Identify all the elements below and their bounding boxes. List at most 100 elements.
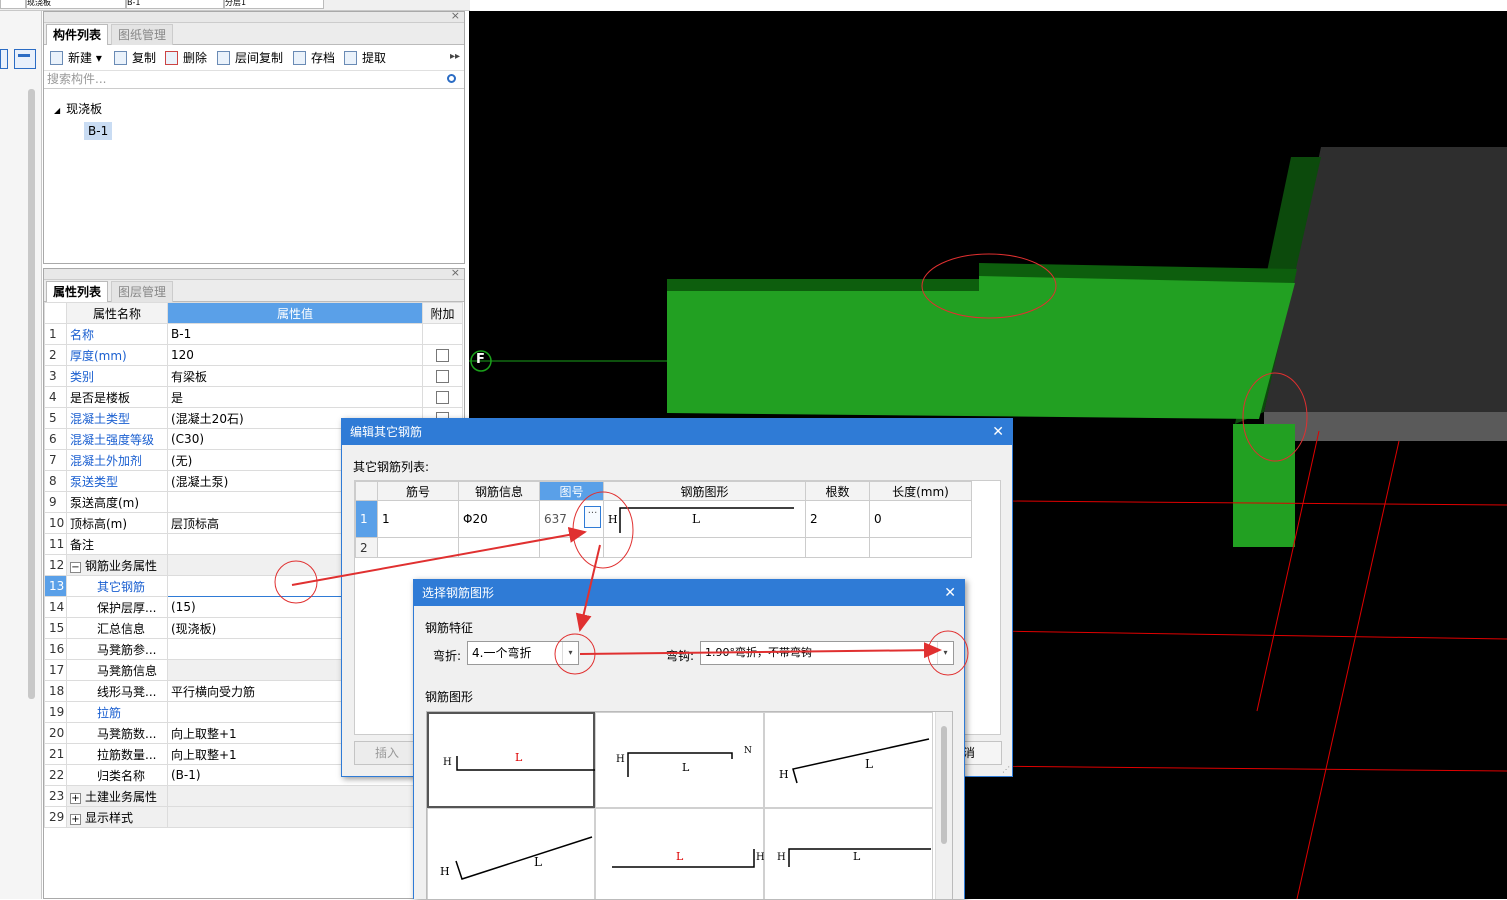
expand-icon[interactable]: +: [70, 792, 81, 804]
green-column: [1233, 424, 1295, 547]
attach-checkbox[interactable]: [436, 349, 449, 362]
attach-checkbox[interactable]: [436, 370, 449, 383]
bend-select[interactable]: 4.一个弯折 ▾: [467, 641, 579, 665]
count-cell[interactable]: [805, 537, 870, 558]
property-row[interactable]: 29 + 显示样式: [44, 806, 463, 828]
new-button[interactable]: 新建 ▾: [50, 50, 102, 66]
rebar-id-cell[interactable]: [377, 537, 459, 558]
property-value[interactable]: 是: [167, 386, 423, 408]
row-number: 1: [44, 323, 67, 345]
attach-checkbox[interactable]: [436, 391, 449, 404]
shape-h-label: H: [440, 865, 450, 878]
scrollbar-thumb[interactable]: [941, 726, 947, 844]
chevron-down-icon[interactable]: ▾: [562, 642, 578, 664]
figure-number-cell[interactable]: 637 ···: [539, 500, 604, 538]
header-length: 长度(mm): [869, 481, 972, 501]
floor-copy-button[interactable]: 层间复制: [217, 50, 283, 66]
property-name-label: 混凝土类型: [70, 411, 131, 426]
property-view-icon[interactable]: [14, 49, 36, 69]
insert-button[interactable]: 插入: [354, 741, 420, 765]
close-icon[interactable]: ✕: [992, 419, 1004, 445]
copy-icon: [114, 51, 127, 65]
shape-option[interactable]: H L: [764, 808, 933, 899]
collapse-icon[interactable]: ◢: [54, 106, 60, 115]
length-cell[interactable]: [869, 537, 972, 558]
extra-cell[interactable]: [422, 365, 463, 387]
expand-icon[interactable]: +: [70, 813, 81, 825]
table-row[interactable]: 1 1 Φ20 637 ··· H L 2 0: [355, 500, 972, 538]
tree-item-b1[interactable]: B-1: [84, 122, 113, 140]
top-strip-component[interactable]: B-1: [126, 0, 224, 9]
dialog-titlebar: 选择钢筋图形 ✕: [414, 580, 964, 606]
close-icon[interactable]: ✕: [944, 580, 956, 606]
shape-l-label: L: [676, 850, 684, 863]
search-input[interactable]: 搜索构件...: [44, 71, 464, 89]
property-value[interactable]: 有梁板: [167, 365, 423, 387]
delete-button[interactable]: 删除: [165, 50, 207, 66]
shape-option[interactable]: H L: [427, 712, 595, 808]
property-row[interactable]: 2 厚度(mm) 120: [44, 344, 463, 366]
property-name-label: 顶标高(m): [70, 516, 128, 531]
extra-cell[interactable]: [422, 344, 463, 366]
property-row[interactable]: 23 + 土建业务属性: [44, 785, 463, 807]
left-rail: [0, 11, 42, 899]
resize-grip-icon[interactable]: ⋰: [1002, 765, 1010, 774]
ellipsis-button[interactable]: ···: [584, 506, 601, 528]
copy-label: 复制: [132, 51, 157, 65]
save-button[interactable]: 存档: [293, 50, 335, 66]
rebar-table: 筋号 钢筋信息 图号 钢筋图形 根数 长度(mm) 1 1 Φ20 637 ···…: [355, 481, 972, 558]
property-name-label: 土建业务属性: [85, 789, 158, 804]
rebar-info-cell[interactable]: [458, 537, 540, 558]
property-name-label: 备注: [70, 537, 95, 552]
chevron-down-icon[interactable]: ▾: [937, 642, 953, 664]
shape-option[interactable]: H L: [427, 808, 595, 899]
rail-scrollbar[interactable]: [28, 89, 35, 699]
collapse-icon[interactable]: −: [70, 561, 81, 573]
rebar-shape-cell[interactable]: H L: [603, 500, 806, 538]
gallery-scrollbar[interactable]: [935, 712, 952, 899]
property-name-label: 归类名称: [97, 768, 146, 783]
length-cell[interactable]: 0: [869, 500, 972, 538]
property-value[interactable]: B-1: [167, 323, 423, 345]
top-strip-cell[interactable]: [0, 0, 26, 9]
copy-button[interactable]: 复制: [114, 50, 156, 66]
property-name: 厚度(mm): [66, 344, 168, 366]
shape-drawing: [455, 836, 593, 880]
search-icon[interactable]: [447, 74, 456, 83]
tab-layer-management[interactable]: 图层管理: [111, 281, 174, 302]
rebar-id-cell[interactable]: 1: [377, 500, 459, 538]
top-strip: 现浇板 B-1 分层1: [0, 0, 470, 11]
property-name-label: 是否是楼板: [70, 390, 131, 405]
property-name: 马凳筋信息: [66, 659, 168, 681]
shape-option[interactable]: H L N: [595, 712, 764, 808]
shape-option[interactable]: H L: [764, 712, 933, 808]
tab-component-list[interactable]: 构件列表: [46, 24, 109, 45]
shape-option[interactable]: H L: [595, 808, 765, 899]
tree-root[interactable]: ◢ 现浇板: [54, 100, 102, 117]
top-strip-layer[interactable]: 分层1: [224, 0, 324, 9]
tab-property-list[interactable]: 属性列表: [46, 281, 109, 302]
hook-select[interactable]: 1.90°弯折，不带弯钩 ▾: [700, 641, 954, 665]
property-row[interactable]: 1 名称 B-1: [44, 323, 463, 345]
property-name-label: 拉筋数量...: [97, 747, 157, 762]
property-name: − 钢筋业务属性: [66, 554, 168, 576]
tab-drawing-management[interactable]: 图纸管理: [111, 24, 174, 45]
row-number: 8: [44, 470, 67, 492]
close-icon[interactable]: ×: [451, 266, 460, 279]
list-view-icon[interactable]: [0, 49, 8, 69]
feature-label: 钢筋特征: [425, 621, 474, 635]
table-row[interactable]: 2: [355, 537, 972, 558]
rebar-info-cell[interactable]: Φ20: [458, 500, 540, 538]
more-icon[interactable]: ▸▸: [450, 51, 460, 62]
property-value[interactable]: 120: [167, 344, 423, 366]
top-strip-type[interactable]: 现浇板: [26, 0, 126, 9]
count-cell[interactable]: 2: [805, 500, 870, 538]
close-icon[interactable]: ×: [451, 9, 460, 22]
rebar-shape-cell[interactable]: [603, 537, 806, 558]
extract-button[interactable]: 提取: [344, 50, 386, 66]
property-row[interactable]: 4 是否是楼板 是: [44, 386, 463, 408]
property-row[interactable]: 3 类别 有梁板: [44, 365, 463, 387]
figure-number-cell[interactable]: [539, 537, 604, 558]
property-name-label: 马凳筋参...: [97, 642, 157, 657]
extra-cell[interactable]: [422, 386, 463, 408]
